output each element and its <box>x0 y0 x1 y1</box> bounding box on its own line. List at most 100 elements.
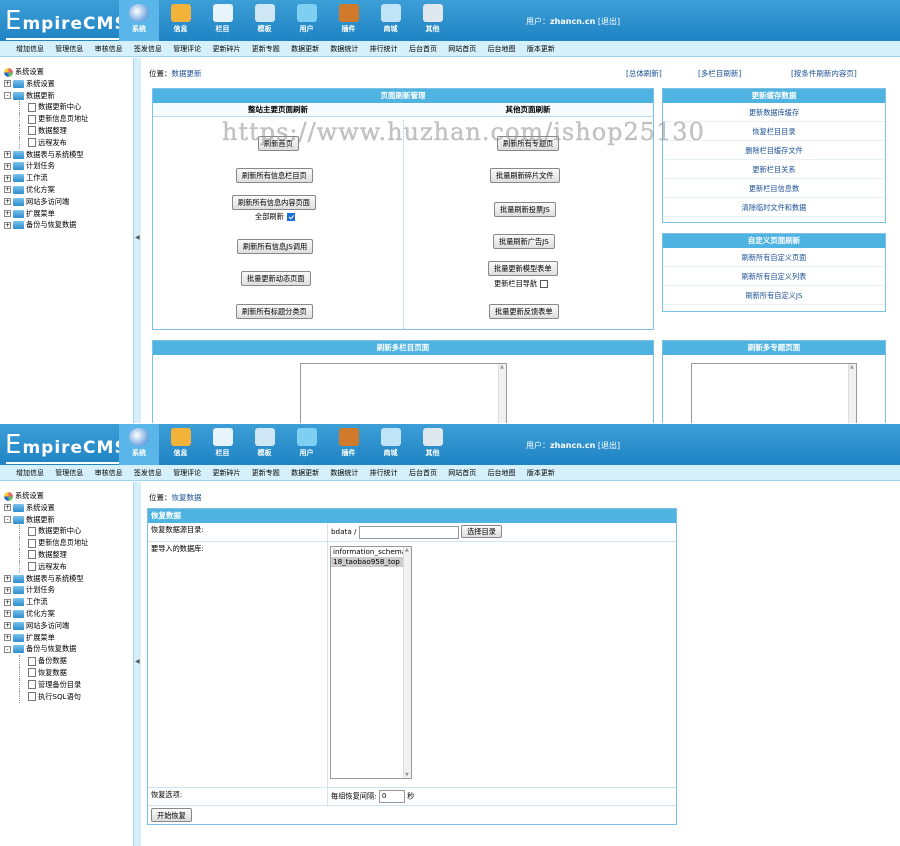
cache-link[interactable]: 更新栏目关系 <box>663 160 885 179</box>
column-select-list[interactable] <box>300 363 507 423</box>
tree-item[interactable]: + 网站多访问端 <box>4 620 88 632</box>
overall-refresh-link[interactable]: [总体刷新] <box>626 68 662 79</box>
quick-menu-item[interactable]: 排行统计 <box>370 41 398 56</box>
quick-menu-item[interactable]: 签发信息 <box>134 41 162 56</box>
nav-template[interactable]: 模板 <box>244 424 285 465</box>
quick-menu-item[interactable]: 版本更新 <box>527 465 555 480</box>
dir-input[interactable] <box>358 525 459 539</box>
expand-icon[interactable]: + <box>4 162 11 170</box>
breadcrumb-link[interactable]: 数据更新 <box>172 69 202 78</box>
quick-menu-item[interactable]: 管理评论 <box>173 465 201 480</box>
conditional-refresh-link[interactable]: [按条件刷新内容页] <box>791 68 857 79</box>
tree-item[interactable]: - 数据更新 <box>4 514 88 526</box>
quick-menu-item[interactable]: 数据更新 <box>291 465 319 480</box>
tree-item[interactable]: 更新信息页地址 <box>4 113 88 125</box>
expand-icon[interactable]: + <box>4 586 11 594</box>
tree-item[interactable]: 恢复数据 <box>4 666 88 679</box>
expand-icon[interactable]: + <box>4 610 11 618</box>
expand-icon[interactable]: + <box>4 151 11 159</box>
tree-item[interactable]: + 优化方案 <box>4 184 88 196</box>
refresh-all-content-pages-button[interactable]: 刷新所有信息内容页面 <box>232 195 316 210</box>
refresh-title-class-pages-button[interactable]: 刷新所有标题分类页 <box>236 304 313 319</box>
expand-icon[interactable]: + <box>4 598 11 606</box>
scrollbar[interactable] <box>848 364 856 423</box>
interval-input[interactable]: 0 <box>378 789 405 803</box>
logout-link[interactable]: [退出] <box>598 17 620 26</box>
refresh-fragment-files-button[interactable]: 批量刷新碎片文件 <box>490 168 560 183</box>
expand-icon[interactable]: + <box>4 80 11 88</box>
full-refresh-checkbox[interactable] <box>286 213 295 221</box>
nav-template[interactable]: 模板 <box>244 0 285 41</box>
expand-icon[interactable]: + <box>4 504 11 512</box>
expand-icon[interactable]: + <box>4 186 11 194</box>
topic-select-list[interactable] <box>691 363 857 423</box>
quick-menu-item[interactable]: 后台首页 <box>409 41 437 56</box>
quick-menu-item[interactable]: 审核信息 <box>95 465 123 480</box>
choose-dir-button[interactable]: 选择目录 <box>461 525 502 538</box>
quick-menu-item[interactable]: 更新碎片 <box>212 41 240 56</box>
nav-globe[interactable]: 系统 <box>119 0 159 41</box>
quick-menu-item[interactable]: 增加信息 <box>16 465 44 480</box>
tree-item[interactable]: + 数据表与系统模型 <box>4 149 88 161</box>
tree-item[interactable]: 系统设置 <box>4 490 88 502</box>
nav-edit[interactable]: 信息 <box>160 424 201 465</box>
nav-edit[interactable]: 信息 <box>160 0 201 41</box>
custom-refresh-link[interactable]: 刷新所有自定义JS <box>663 286 885 305</box>
update-nav-checkbox[interactable] <box>540 280 549 288</box>
tree-item[interactable]: 远程发布 <box>4 560 88 573</box>
collapse-icon[interactable]: - <box>4 92 11 100</box>
update-dynamic-pages-button[interactable]: 批量更新动态页面 <box>241 271 311 286</box>
quick-menu-item[interactable]: 签发信息 <box>134 465 162 480</box>
quick-menu-item[interactable]: 后台地图 <box>488 465 516 480</box>
database-listbox[interactable]: information_schema 18_taobao958_top <box>330 545 412 779</box>
collapse-sidebar-handle[interactable]: ◀ <box>133 482 141 846</box>
tree-item[interactable]: 数据整理 <box>4 548 88 561</box>
tree-item[interactable]: 数据更新中心 <box>4 525 88 538</box>
tree-item[interactable]: + 网站多访问端 <box>4 196 88 208</box>
nav-gear[interactable]: 其他 <box>412 0 453 41</box>
tree-item[interactable]: - 备份与恢复数据 <box>4 643 88 655</box>
breadcrumb-link[interactable]: 恢复数据 <box>172 493 202 502</box>
tree-item[interactable]: + 工作流 <box>4 596 88 608</box>
quick-menu-item[interactable]: 数据更新 <box>291 41 319 56</box>
custom-refresh-link[interactable]: 刷新所有自定义页面 <box>663 248 885 267</box>
nav-shop[interactable]: 商城 <box>370 424 411 465</box>
collapse-icon[interactable]: - <box>4 516 11 524</box>
quick-menu-item[interactable]: 排行统计 <box>370 465 398 480</box>
tree-item[interactable]: 系统设置 <box>4 66 88 78</box>
nav-shop[interactable]: 商城 <box>370 0 411 41</box>
collapse-icon[interactable]: - <box>4 645 11 653</box>
multi-column-refresh-link[interactable]: [多栏目刷新] <box>698 68 741 79</box>
quick-menu-item[interactable]: 数据统计 <box>330 41 358 56</box>
scrollbar[interactable] <box>498 364 506 423</box>
tree-item[interactable]: + 计划任务 <box>4 160 88 172</box>
quick-menu-item[interactable]: 增加信息 <box>16 41 44 56</box>
nav-user[interactable]: 用户 <box>286 424 327 465</box>
quick-menu-item[interactable]: 更新专题 <box>252 41 280 56</box>
tree-item[interactable]: + 扩展菜单 <box>4 208 88 220</box>
custom-refresh-link[interactable]: 刷新所有自定义列表 <box>663 267 885 286</box>
tree-item[interactable]: + 优化方案 <box>4 608 88 620</box>
cache-link[interactable]: 更新栏目信息数 <box>663 179 885 198</box>
expand-icon[interactable]: + <box>4 634 11 642</box>
tree-item[interactable]: 备份数据 <box>4 655 88 667</box>
expand-icon[interactable]: + <box>4 221 11 229</box>
quick-menu-item[interactable]: 管理评论 <box>173 41 201 56</box>
tree-item[interactable]: 数据整理 <box>4 124 88 137</box>
nav-plugin[interactable]: 插件 <box>328 424 369 465</box>
quick-menu-item[interactable]: 版本更新 <box>527 41 555 56</box>
tree-item[interactable]: 远程发布 <box>4 136 88 149</box>
tree-item[interactable]: + 系统设置 <box>4 78 88 90</box>
refresh-ad-js-button[interactable]: 批量刷新广告JS <box>493 234 555 249</box>
nav-globe[interactable]: 系统 <box>119 424 159 465</box>
tree-item[interactable]: - 数据更新 <box>4 90 88 102</box>
quick-menu-item[interactable]: 管理信息 <box>55 41 83 56</box>
update-feedback-forms-button[interactable]: 批量更新反馈表单 <box>489 304 559 319</box>
nav-plugin[interactable]: 插件 <box>328 0 369 41</box>
expand-icon[interactable]: + <box>4 575 11 583</box>
database-option[interactable]: 18_taobao958_top <box>331 556 411 567</box>
quick-menu-item[interactable]: 管理信息 <box>55 465 83 480</box>
refresh-all-js-button[interactable]: 刷新所有信息JS调用 <box>237 239 314 254</box>
quick-menu-item[interactable]: 网站首页 <box>448 41 476 56</box>
collapse-sidebar-handle[interactable]: ◀ <box>133 58 141 423</box>
